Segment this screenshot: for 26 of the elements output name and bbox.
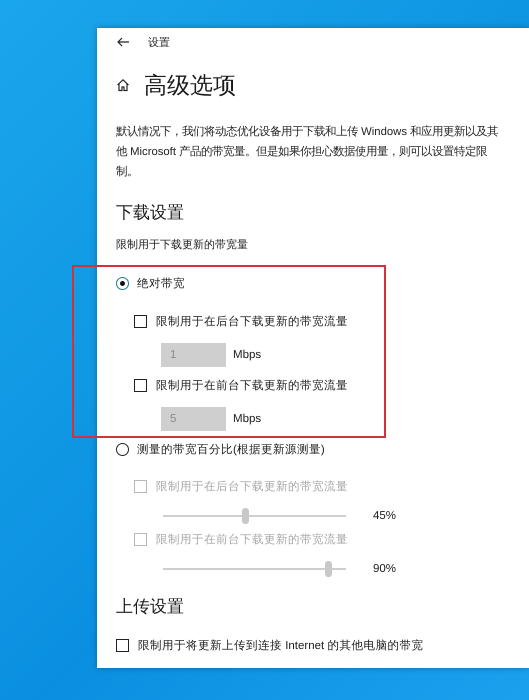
bandwidth-field[interactable]: 1 xyxy=(161,343,226,367)
radio-button[interactable] xyxy=(116,276,129,290)
section-heading: 下载设置 xyxy=(116,202,185,224)
checkbox-label: 限制用于在后台下载更新的带宽流量 xyxy=(156,314,348,328)
checkbox[interactable] xyxy=(116,638,129,652)
section-subheading: 限制用于下载更新的带宽量 xyxy=(116,238,249,253)
radio-label: 测量的带宽百分比(根据更新源测量) xyxy=(137,442,325,456)
unit-label: Mbps xyxy=(233,349,262,361)
radio-button[interactable] xyxy=(116,442,129,456)
page-title: 高级选项 xyxy=(144,70,236,100)
description-text: 默认情况下，我们将动态优化设备用于下载和上传 Windows 和应用更新以及其他 Microsoft 产品的带宽量。但是如果你担心数据使用量，则可以设置特定限制。 xyxy=(116,124,500,180)
home-icon[interactable] xyxy=(116,78,130,92)
checkbox-label: 限制用于在前台下载更新的带宽流量 xyxy=(156,532,348,546)
checkbox-label: 限制用于在后台下载更新的带宽流量 xyxy=(156,479,348,494)
checkbox-label: 限制用于在前台下载更新的带宽流量 xyxy=(156,378,348,392)
back-icon[interactable] xyxy=(116,35,130,49)
percent-reading: 45% xyxy=(373,510,396,522)
checkbox-label: 限制用于将更新上传到连接 Internet 的其他电脑的带宽 xyxy=(138,638,424,652)
section-heading: 上传设置 xyxy=(116,596,185,618)
window-title: 设置 xyxy=(148,36,170,50)
checkbox[interactable] xyxy=(134,378,147,392)
bandwidth-field[interactable]: 5 xyxy=(161,407,226,431)
checkbox[interactable] xyxy=(134,314,147,328)
unit-label: Mbps xyxy=(233,413,262,425)
radio-label: 绝对带宽 xyxy=(137,276,185,290)
percent-reading: 90% xyxy=(373,563,396,575)
